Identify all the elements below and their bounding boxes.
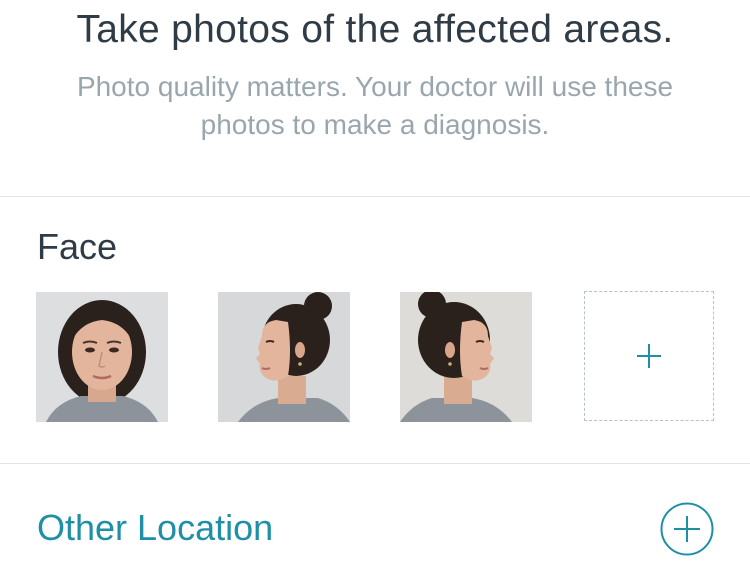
other-location-label[interactable]: Other Location — [37, 507, 273, 549]
face-photo-right-profile[interactable] — [400, 292, 532, 422]
divider — [0, 196, 750, 197]
add-face-photo-button[interactable] — [584, 291, 714, 421]
divider — [0, 463, 750, 464]
add-other-location-button[interactable] — [660, 502, 714, 556]
photo-upload-screen: Take photos of the affected areas. Photo… — [0, 0, 750, 583]
page-title: Take photos of the affected areas. — [76, 8, 674, 51]
section-title-face: Face — [37, 226, 118, 267]
face-photo-front[interactable] — [36, 292, 168, 422]
page-subtitle: Photo quality matters. Your doctor will … — [76, 71, 674, 140]
plus-icon — [637, 344, 661, 368]
face-photo-left-profile[interactable] — [218, 292, 350, 422]
circle-plus-icon — [660, 502, 714, 556]
